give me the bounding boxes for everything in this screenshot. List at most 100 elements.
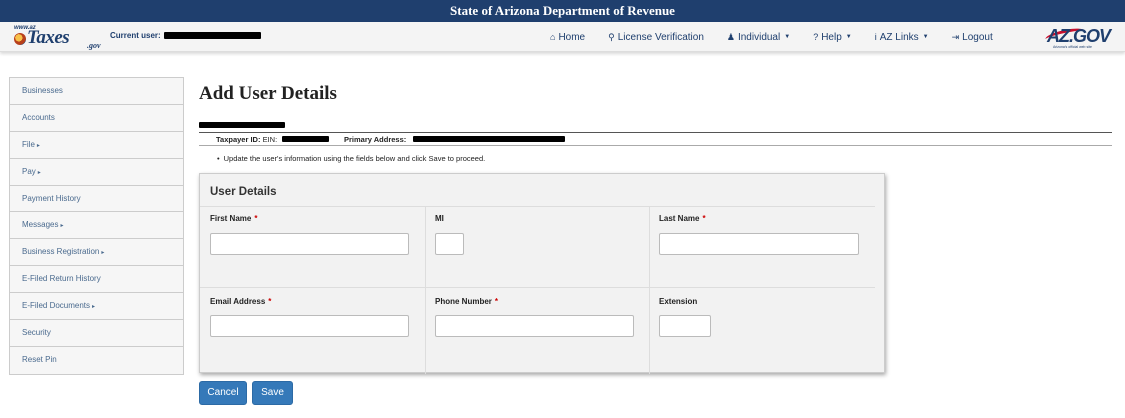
user-icon: ♟ — [726, 31, 735, 42]
redacted-business-name — [199, 122, 285, 128]
nav-license-verification[interactable]: ⚲ License Verification — [608, 32, 704, 43]
current-user-label: Current user: — [110, 31, 161, 40]
panel-title: User Details — [210, 186, 277, 198]
sidebar-item-file[interactable]: File ▸ — [10, 132, 183, 159]
question-icon: ? — [813, 32, 819, 42]
sidebar-item-label: Payment History — [22, 193, 81, 203]
bullet-icon: • — [217, 154, 220, 163]
email-input[interactable] — [210, 315, 409, 337]
nav-az-links[interactable]: i AZ Links ▼ — [875, 32, 929, 43]
sidebar-item-pay[interactable]: Pay ▸ — [10, 159, 183, 186]
email-label-text: Email Address — [210, 297, 266, 306]
nav-individual[interactable]: ♟ Individual ▼ — [727, 32, 790, 43]
home-icon: ⌂ — [550, 32, 556, 42]
save-button[interactable]: Save — [252, 381, 293, 405]
sidebar-item-messages[interactable]: Messages ▸ — [10, 212, 183, 240]
taxpayer-info-bar: Taxpayer ID: EIN: Primary Address: — [199, 132, 1112, 146]
extension-input[interactable] — [659, 315, 711, 337]
chevron-right-icon: ▸ — [60, 223, 64, 230]
sidebar-item-label: Accounts — [22, 112, 55, 122]
chevron-right-icon: ▸ — [101, 250, 105, 257]
top-navbar: www.az Taxes .gov Current user: ⌂ Home ⚲… — [0, 22, 1125, 52]
azgov-tagline: Arizona's official web site — [1053, 45, 1092, 49]
phone-input[interactable] — [435, 315, 634, 337]
search-icon: ⚲ — [608, 31, 615, 42]
last-name-input[interactable] — [659, 233, 859, 255]
sidebar-item-accounts[interactable]: Accounts — [10, 105, 183, 132]
azgov-logo[interactable]: AZ.GOV Arizona's official web site — [1043, 24, 1115, 50]
instruction-text: • Update the user's information using the… — [217, 154, 485, 163]
azgov-text: AZ.GOV — [1047, 26, 1111, 46]
logout-icon: ⇥ — [951, 31, 960, 42]
redacted-username — [164, 32, 261, 39]
nav-home[interactable]: ⌂ Home — [550, 32, 585, 43]
nav-home-label: Home — [558, 31, 586, 43]
sidebar-item-businesses[interactable]: Businesses — [10, 78, 183, 105]
column-divider — [649, 206, 650, 374]
chevron-down-icon: ▼ — [845, 34, 852, 40]
chevron-down-icon: ▼ — [784, 34, 791, 40]
sidebar-item-label: Pay — [22, 166, 36, 176]
instruction-label: Update the user's information using the … — [223, 154, 486, 163]
chevron-right-icon: ▸ — [92, 304, 96, 311]
seal-icon — [14, 33, 26, 45]
last-name-label-text: Last Name — [659, 214, 700, 223]
mi-label: MI — [435, 214, 444, 223]
cancel-button[interactable]: Cancel — [199, 381, 247, 405]
row-divider — [200, 287, 875, 288]
nav-license-label: License Verification — [617, 31, 704, 43]
redacted-address — [413, 136, 565, 142]
page-title: Add User Details — [199, 83, 337, 104]
sidebar-item-label: Businesses — [22, 86, 63, 95]
phone-label-text: Phone Number — [435, 297, 492, 306]
site-banner: State of Arizona Department of Revenue — [0, 0, 1125, 22]
extension-label: Extension — [659, 297, 698, 306]
mi-input[interactable] — [435, 233, 464, 255]
sidebar-item-label: File — [22, 139, 35, 149]
taxpayer-label-text: Taxpayer ID: — [216, 135, 261, 144]
sidebar-item-label: E-Filed Documents — [22, 301, 91, 311]
nav-links: ⌂ Home ⚲ License Verification ♟ Individu… — [550, 22, 1016, 52]
required-marker: * — [268, 297, 272, 306]
info-icon: i — [874, 32, 877, 42]
sidebar-item-security[interactable]: Security — [10, 320, 183, 347]
taxpayer-type-text: EIN: — [262, 135, 278, 144]
redacted-taxpayer-id — [282, 136, 329, 142]
sidebar-item-payment-history[interactable]: Payment History — [10, 186, 183, 213]
sidebar-item-e-filed-return-history[interactable]: E-Filed Return History — [10, 266, 183, 294]
sidebar-item-label: Security — [22, 328, 51, 338]
sidebar: Businesses Accounts File ▸ Pay ▸ Payment Histo… — [9, 77, 184, 375]
nav-help-label: Help — [821, 31, 842, 43]
phone-label: Phone Number * — [435, 297, 498, 306]
chevron-down-icon: ▼ — [922, 34, 929, 40]
required-marker: * — [702, 214, 706, 223]
logo-gov: .gov — [87, 41, 101, 50]
sidebar-item-reset-pin[interactable]: Reset Pin — [10, 347, 183, 374]
sidebar-item-label: Business Registration — [22, 247, 100, 257]
nav-individual-label: Individual — [737, 31, 781, 43]
sidebar-item-business-registration[interactable]: Business Registration ▸ — [10, 239, 183, 267]
nav-help[interactable]: ? Help ▼ — [813, 32, 852, 43]
user-details-panel: User Details First Name * MI Last Name * E… — [199, 173, 885, 374]
panel-divider — [200, 206, 875, 207]
sidebar-item-label: Messages — [22, 220, 59, 230]
chevron-right-icon: ▸ — [36, 142, 40, 149]
logo-word: Taxes — [27, 27, 70, 48]
required-marker: * — [254, 214, 258, 223]
first-name-input[interactable] — [210, 233, 409, 255]
last-name-label: Last Name * — [659, 214, 706, 223]
column-divider — [425, 206, 426, 374]
chevron-right-icon: ▸ — [37, 169, 41, 176]
sidebar-item-label: Reset Pin — [22, 354, 57, 364]
first-name-label: First Name * — [210, 214, 257, 223]
email-label: Email Address * — [210, 297, 271, 306]
nav-az-links-label: AZ Links — [879, 31, 919, 43]
sidebar-item-e-filed-documents[interactable]: E-Filed Documents ▸ — [10, 293, 183, 321]
nav-logout[interactable]: ⇥ Logout — [952, 32, 993, 43]
primary-address-label: Primary Address: — [344, 135, 407, 144]
aztaxes-logo[interactable]: www.az Taxes .gov — [12, 25, 104, 50]
first-name-label-text: First Name — [210, 214, 252, 223]
required-marker: * — [494, 297, 499, 306]
sidebar-item-label: E-Filed Return History — [22, 274, 101, 284]
taxpayer-id-label: Taxpayer ID: EIN: — [216, 135, 277, 144]
